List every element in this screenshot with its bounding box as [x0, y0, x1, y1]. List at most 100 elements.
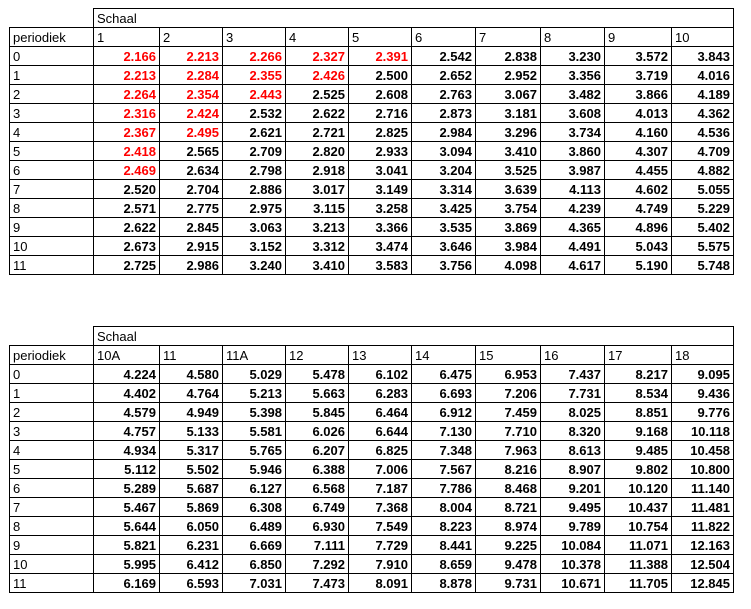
- schaal-column-header: 17: [604, 345, 672, 365]
- salary-value-cell: 8.091: [348, 573, 412, 593]
- table-row: 2 2.264 2.354 2.443 2.525 2.608 2.763 3.067 3.48…: [9, 84, 734, 104]
- salary-value-cell: 2.565: [159, 141, 223, 161]
- salary-value-cell: 5.043: [604, 236, 672, 256]
- salary-value-cell: 6.669: [222, 535, 286, 555]
- schaal-column-header: 18: [671, 345, 734, 365]
- salary-value-cell: 6.026: [285, 421, 349, 441]
- salary-value-cell: 4.934: [93, 440, 160, 460]
- salary-value-cell: 10.458: [671, 440, 734, 460]
- salary-value-cell: 9.168: [604, 421, 672, 441]
- salary-value-cell: 8.223: [411, 516, 476, 536]
- salary-value-cell: 7.910: [348, 554, 412, 574]
- salary-value-cell: 3.312: [285, 236, 349, 256]
- salary-value-cell: 3.608: [540, 103, 605, 123]
- periodiek-cell: 0: [9, 364, 94, 384]
- salary-value-cell: 10.084: [540, 535, 605, 555]
- salary-value-cell: 2.166: [93, 46, 160, 66]
- salary-value-cell: 4.239: [540, 198, 605, 218]
- salary-value-cell: 2.825: [348, 122, 412, 142]
- salary-value-cell: 10.671: [540, 573, 605, 593]
- table-row: 1 2.213 2.284 2.355 2.426 2.500 2.652 2.952 3.35…: [9, 65, 734, 85]
- salary-value-cell: 6.308: [222, 497, 286, 517]
- salary-value-cell: 4.709: [671, 141, 734, 161]
- salary-value-cell: 2.622: [93, 217, 160, 237]
- salary-value-cell: 5.581: [222, 421, 286, 441]
- periodiek-cell: 1: [9, 65, 94, 85]
- periodiek-cell: 8: [9, 516, 94, 536]
- salary-value-cell: 10.378: [540, 554, 605, 574]
- schaal-column-header: 4: [285, 27, 349, 47]
- salary-value-cell: 4.013: [604, 103, 672, 123]
- schaal-column-header: 14: [411, 345, 476, 365]
- salary-value-cell: 8.613: [540, 440, 605, 460]
- salary-value-cell: 7.187: [348, 478, 412, 498]
- salary-value-cell: 7.006: [348, 459, 412, 479]
- salary-value-cell: 11.481: [671, 497, 734, 517]
- salary-value-cell: 4.160: [604, 122, 672, 142]
- table-row: 11 6.169 6.593 7.031 7.473 8.091 8.878 9.731 10.…: [9, 573, 734, 593]
- salary-value-cell: 4.402: [93, 383, 160, 403]
- salary-value-cell: 5.575: [671, 236, 734, 256]
- salary-value-cell: 5.112: [93, 459, 160, 479]
- salary-value-cell: 5.055: [671, 179, 734, 199]
- salary-value-cell: 4.949: [159, 402, 223, 422]
- salary-value-cell: 8.974: [475, 516, 541, 536]
- salary-value-cell: 8.025: [540, 402, 605, 422]
- salary-value-cell: 3.866: [604, 84, 672, 104]
- salary-value-cell: 3.366: [348, 217, 412, 237]
- salary-value-cell: 3.535: [411, 217, 476, 237]
- salary-value-cell: 6.850: [222, 554, 286, 574]
- table-row: 3 2.316 2.424 2.532 2.622 2.716 2.873 3.181 3.60…: [9, 103, 734, 123]
- salary-value-cell: 3.987: [540, 160, 605, 180]
- salary-value-cell: 11.140: [671, 478, 734, 498]
- salary-value-cell: 2.721: [285, 122, 349, 142]
- salary-value-cell: 6.489: [222, 516, 286, 536]
- salary-value-cell: 3.734: [540, 122, 605, 142]
- salary-value-cell: 2.316: [93, 103, 160, 123]
- salary-value-cell: 3.482: [540, 84, 605, 104]
- salary-value-cell: 5.821: [93, 535, 160, 555]
- salary-value-cell: 6.475: [411, 364, 476, 384]
- periodiek-header: periodiek: [9, 345, 94, 365]
- periodiek-cell: 9: [9, 535, 94, 555]
- salary-value-cell: 8.468: [475, 478, 541, 498]
- periodiek-cell: 2: [9, 402, 94, 422]
- salary-value-cell: 2.500: [348, 65, 412, 85]
- salary-value-cell: 3.094: [411, 141, 476, 161]
- salary-value-cell: 7.031: [222, 573, 286, 593]
- schaal-column-header: 12: [285, 345, 349, 365]
- salary-value-cell: 7.963: [475, 440, 541, 460]
- salary-value-cell: 7.368: [348, 497, 412, 517]
- periodiek-cell: 10: [9, 554, 94, 574]
- salary-value-cell: 8.320: [540, 421, 605, 441]
- salary-value-cell: 2.763: [411, 84, 476, 104]
- salary-value-cell: 3.296: [475, 122, 541, 142]
- periodiek-cell: 5: [9, 459, 94, 479]
- salary-value-cell: 8.534: [604, 383, 672, 403]
- salary-value-cell: 2.327: [285, 46, 349, 66]
- salary-value-cell: 6.127: [222, 478, 286, 498]
- salary-value-cell: 3.984: [475, 236, 541, 256]
- schaal-column-header: 1: [93, 27, 160, 47]
- salary-value-cell: 4.896: [604, 217, 672, 237]
- periodiek-cell: 3: [9, 421, 94, 441]
- salary-value-cell: 4.579: [93, 402, 160, 422]
- salary-value-cell: 6.693: [411, 383, 476, 403]
- periodiek-cell: 4: [9, 122, 94, 142]
- salary-value-cell: 4.455: [604, 160, 672, 180]
- salary-value-cell: 3.356: [540, 65, 605, 85]
- salary-value-cell: 5.213: [222, 383, 286, 403]
- salary-value-cell: 6.912: [411, 402, 476, 422]
- salary-value-cell: 2.426: [285, 65, 349, 85]
- salary-value-cell: 5.398: [222, 402, 286, 422]
- salary-value-cell: 4.536: [671, 122, 734, 142]
- salary-value-cell: 2.984: [411, 122, 476, 142]
- table-row: 9 2.622 2.845 3.063 3.213 3.366 3.535 3.869 4.36…: [9, 217, 734, 237]
- salary-value-cell: 3.063: [222, 217, 286, 237]
- salary-value-cell: 5.663: [285, 383, 349, 403]
- salary-value-cell: 8.441: [411, 535, 476, 555]
- salary-value-cell: 7.130: [411, 421, 476, 441]
- salary-value-cell: 3.525: [475, 160, 541, 180]
- salary-value-cell: 8.907: [540, 459, 605, 479]
- salary-value-cell: 2.571: [93, 198, 160, 218]
